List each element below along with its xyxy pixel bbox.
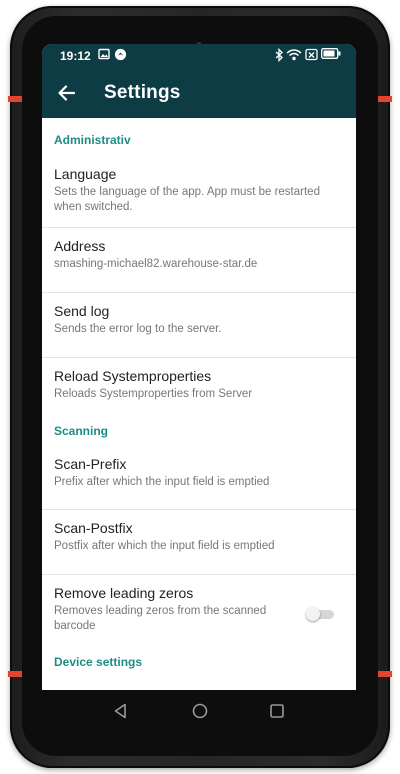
setting-title: Send log [54, 303, 110, 319]
setting-title: Language [54, 166, 117, 182]
setting-scan-prefix[interactable]: Scan-Prefix Prefix after which the input… [42, 446, 356, 510]
setting-title: Remove leading zeros [54, 585, 194, 601]
remove-leading-zeros-toggle[interactable] [306, 607, 334, 621]
section-header-scanning: Scanning [54, 424, 109, 438]
setting-title: Scan-Prefix [54, 456, 127, 472]
device-accent-right-bottom [378, 671, 392, 677]
nav-back-icon[interactable] [112, 702, 130, 725]
setting-send-log[interactable]: Send log Sends the error log to the serv… [42, 293, 356, 358]
screen: 19:12 Settings Administrativ Language Se… [42, 44, 356, 690]
setting-address[interactable]: Address smashing-michael82.warehouse-sta… [42, 228, 356, 293]
setting-remove-leading-zeros[interactable]: Remove leading zeros Removes leading zer… [42, 575, 356, 655]
bluetooth-icon [274, 48, 284, 62]
page-title: Settings [104, 82, 181, 103]
setting-subtitle: Reloads Systemproperties from Server [54, 388, 253, 400]
battery-icon [321, 48, 341, 59]
setting-subtitle: smashing-michael82.warehouse-star.de [54, 258, 258, 270]
setting-subtitle: Prefix after which the input field is em… [54, 476, 270, 488]
image-icon [98, 48, 110, 60]
status-time: 19:12 [60, 49, 91, 63]
wifi-icon [286, 48, 302, 61]
setting-scan-postfix[interactable]: Scan-Postfix Postfix after which the inp… [42, 510, 356, 575]
nav-recents-icon[interactable] [268, 702, 286, 725]
setting-title: Address [54, 238, 106, 254]
setting-reload-systemproperties[interactable]: Reload Systemproperties Reloads Systempr… [42, 358, 356, 420]
nav-home-icon[interactable] [191, 702, 209, 725]
app-notification-icon [114, 48, 127, 61]
back-arrow-icon[interactable] [56, 82, 78, 104]
section-header-administrativ: Administrativ [54, 133, 131, 147]
device-accent-right-top [378, 96, 392, 102]
setting-subtitle: Sends the error log to the server. [54, 323, 222, 335]
status-bar: 19:12 [42, 44, 356, 68]
setting-title: Reload Systemproperties [54, 368, 212, 384]
settings-list: Administrativ Language Sets the language… [42, 118, 356, 679]
setting-title: Scan-Postfix [54, 520, 133, 536]
device-accent-left-top [8, 96, 22, 102]
setting-subtitle: Sets the language of the app. App must b… [54, 186, 320, 213]
setting-language[interactable]: Language Sets the language of the app. A… [42, 156, 356, 228]
navigation-bar [42, 690, 356, 734]
setting-subtitle: Postfix after which the input field is e… [54, 540, 275, 552]
toggle-knob [306, 607, 320, 621]
app-bar: Settings [42, 68, 356, 118]
section-header-device-settings: Device settings [54, 655, 143, 669]
sim-icon [305, 48, 318, 61]
device-accent-left-bottom [8, 671, 22, 677]
